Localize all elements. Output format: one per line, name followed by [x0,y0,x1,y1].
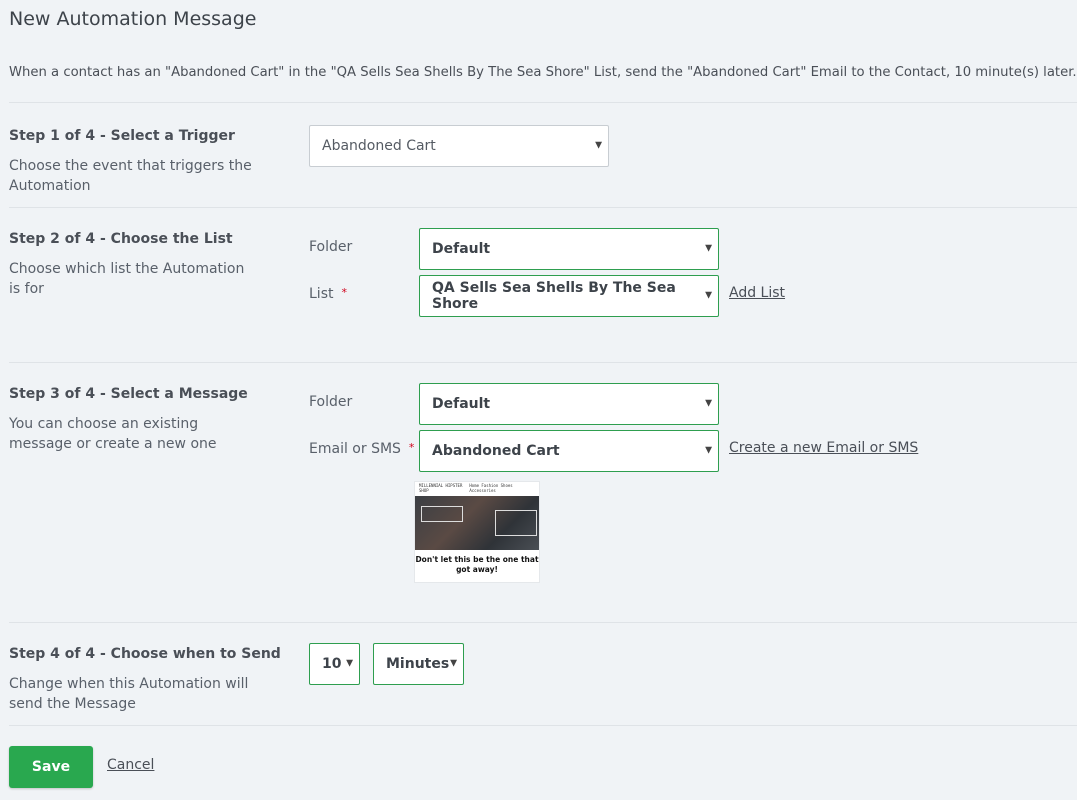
preview-headline: Don't let this be the one that got away! [415,555,539,574]
required-marker: * [341,286,347,299]
chevron-down-icon: ▼ [705,290,712,301]
list-folder-value: Default [432,241,491,257]
delay-unit-select[interactable]: Minutes ▼ [373,643,464,685]
add-list-link[interactable]: Add List [729,285,785,301]
list-label: List * [309,286,347,302]
message-select[interactable]: Abandoned Cart ▼ [419,430,719,472]
list-label-text: List [309,286,334,302]
chevron-down-icon: ▼ [705,445,712,456]
step3-description: You can choose an existing message or cr… [9,416,217,452]
list-folder-label: Folder [309,239,353,255]
message-select-value: Abandoned Cart [432,443,560,459]
step3-title: Step 3 of 4 - Select a Message [9,386,248,402]
chevron-down-icon: ▼ [595,140,602,151]
required-marker: * [408,441,415,454]
step4-title: Step 4 of 4 - Choose when to Send [9,646,281,662]
message-folder-label: Folder [309,394,353,410]
automation-summary: When a contact has an "Abandoned Cart" i… [9,65,1077,80]
divider [9,622,1077,623]
step4-description: Change when this Automation will send th… [9,676,249,712]
delay-amount-select[interactable]: 10 ▼ [309,643,360,685]
cancel-link[interactable]: Cancel [107,757,154,773]
step2-description: Choose which list the Automation is for [9,261,245,297]
divider [9,362,1077,363]
divider [9,207,1077,208]
preview-nav: Home Fashion Shoes Accessories [469,483,513,493]
trigger-select-value: Abandoned Cart [322,138,436,154]
step1-description: Choose the event that triggers the Autom… [9,158,252,194]
chevron-down-icon: ▼ [705,243,712,254]
chevron-down-icon: ▼ [346,658,353,669]
page-title: New Automation Message [9,8,257,30]
list-select-value: QA Sells Sea Shells By The Sea Shore [432,280,676,312]
message-label-text: Email or SMS [309,441,401,457]
save-button[interactable]: Save [9,746,93,788]
message-folder-value: Default [432,396,491,412]
delay-unit-value: Minutes [386,656,450,672]
list-folder-select[interactable]: Default ▼ [419,228,719,270]
message-label: Email or SMS * [309,441,414,457]
divider [9,102,1077,103]
preview-hero-image [415,496,539,550]
chevron-down-icon: ▼ [705,398,712,409]
step2-title: Step 2 of 4 - Choose the List [9,231,233,247]
list-select[interactable]: QA Sells Sea Shells By The Sea Shore ▼ [419,275,719,317]
message-folder-select[interactable]: Default ▼ [419,383,719,425]
message-preview-thumbnail[interactable]: MILLENNIAL HIPSTER SHOP Home Fashion Sho… [415,482,539,582]
step1-title: Step 1 of 4 - Select a Trigger [9,128,235,144]
trigger-select[interactable]: Abandoned Cart ▼ [309,125,609,167]
delay-amount-value: 10 [322,656,342,672]
divider [9,725,1077,726]
chevron-down-icon: ▼ [450,658,457,669]
preview-header: MILLENNIAL HIPSTER SHOP Home Fashion Sho… [415,482,539,494]
create-message-link[interactable]: Create a new Email or SMS [729,440,918,456]
preview-shop-name: MILLENNIAL HIPSTER SHOP [419,483,463,493]
